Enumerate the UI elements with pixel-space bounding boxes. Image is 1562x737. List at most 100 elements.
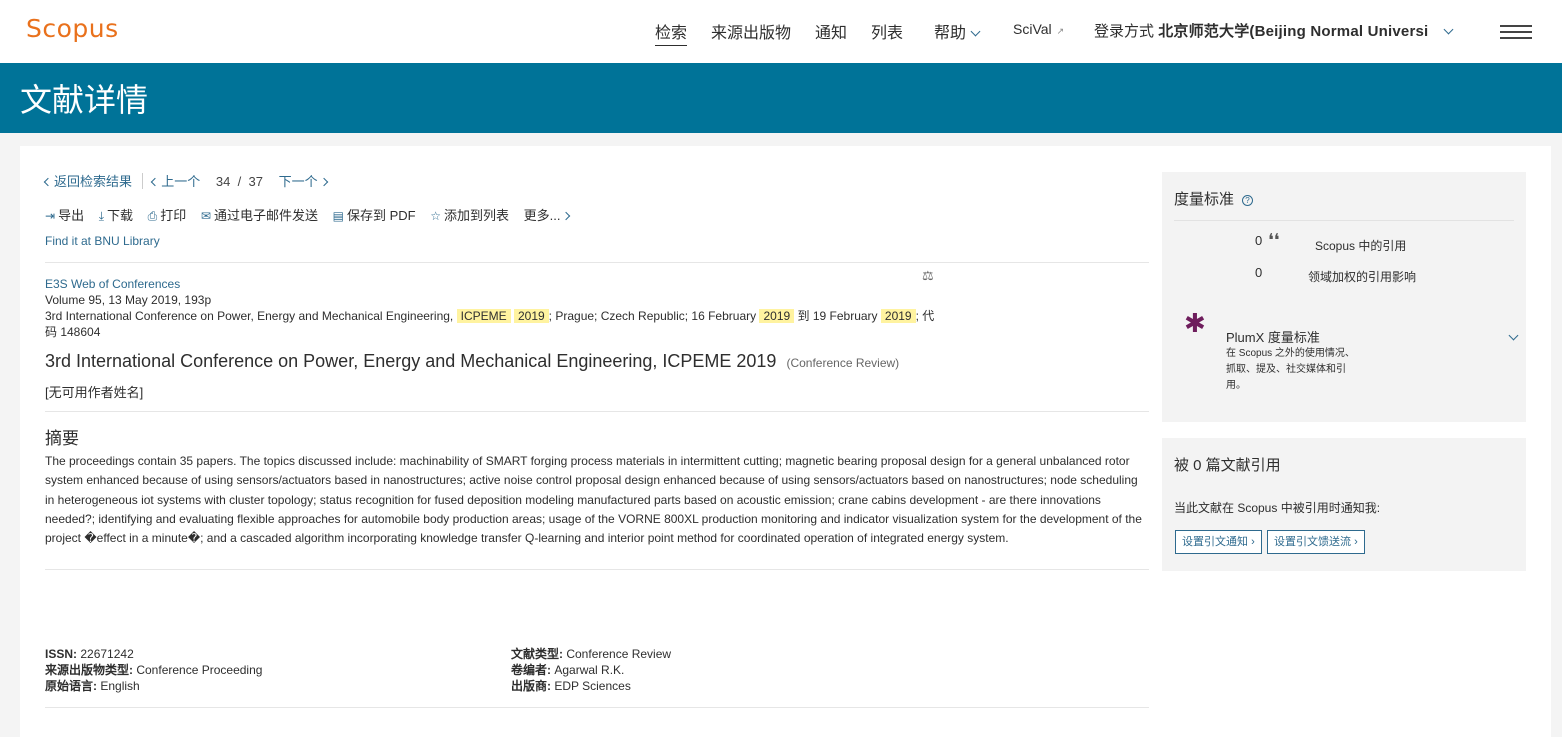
add-to-list-button[interactable]: ☆ 添加到列表 bbox=[430, 205, 509, 224]
info-col-right: 文献类型: Conference Review 卷编者: Agarwal R.K… bbox=[511, 646, 671, 694]
divider bbox=[141, 173, 143, 189]
doc-type-value: Conference Review bbox=[566, 647, 672, 661]
email-button[interactable]: ✉ 通过电子邮件发送 bbox=[201, 205, 318, 224]
metrics-heading: 度量标准? bbox=[1174, 188, 1254, 209]
top-bar: Scopus 检索 来源出版物 通知 列表 帮助 SciVal ↗ 登录方式 北京… bbox=[0, 0, 1562, 63]
external-link-icon: ↗ bbox=[1056, 26, 1065, 36]
info-col-left: ISSN: 22671242 来源出版物类型: Conference Proce… bbox=[45, 646, 262, 694]
help-icon[interactable]: ? bbox=[1242, 194, 1254, 206]
doc-type-label: 文献类型: bbox=[511, 647, 563, 661]
set-citation-alert-button[interactable]: 设置引文通知 › bbox=[1175, 530, 1262, 554]
nav-scival[interactable]: SciVal ↗ bbox=[1013, 21, 1064, 37]
authors: [无可用作者姓名] bbox=[45, 385, 144, 400]
chevron-left-icon bbox=[151, 177, 160, 187]
document-card: 返回检索结果 上一个 34 / 37 下一个 ⇥ 导出 ⤓ 下载 ⎙ 打印 ✉ 通过电子… bbox=[20, 146, 1551, 737]
nav-help[interactable]: 帮助 bbox=[934, 19, 981, 43]
more-label: 更多... bbox=[523, 208, 561, 223]
nav-lists[interactable]: 列表 bbox=[871, 19, 903, 43]
conference-code: 码 148604 bbox=[45, 325, 101, 339]
envelope-icon: ✉ bbox=[200, 209, 211, 223]
quote-icon: ❛❛ bbox=[1268, 230, 1280, 250]
hamburger-menu-icon[interactable] bbox=[1500, 25, 1532, 39]
editor-value: Agarwal R.K. bbox=[554, 663, 625, 677]
nav-alerts[interactable]: 通知 bbox=[815, 19, 847, 43]
issn-value: 22671242 bbox=[80, 647, 134, 661]
printer-icon: ⎙ bbox=[147, 209, 158, 223]
chevron-right-icon: › bbox=[1354, 536, 1358, 548]
highlight-term: ICPEME bbox=[456, 309, 511, 323]
nav-scival-label: SciVal bbox=[1013, 21, 1052, 37]
download-label: 下载 bbox=[107, 208, 134, 223]
chevron-down-icon bbox=[1443, 24, 1454, 35]
export-button[interactable]: ⇥ 导出 bbox=[45, 205, 84, 224]
chevron-down-icon[interactable] bbox=[1508, 330, 1519, 341]
print-button[interactable]: ⎙ 打印 bbox=[148, 205, 187, 224]
fwci-value: 0 bbox=[1255, 265, 1263, 280]
conference-name: 3rd International Conference on Power, E… bbox=[45, 309, 454, 323]
source-type-label: 来源出版物类型: bbox=[45, 663, 133, 677]
more-button[interactable]: 更多... bbox=[523, 205, 571, 224]
language-value: English bbox=[100, 679, 140, 693]
publisher-value: EDP Sciences bbox=[554, 679, 631, 693]
source-type-value: Conference Proceeding bbox=[136, 663, 263, 677]
nav-help-label: 帮助 bbox=[934, 25, 967, 42]
nav-search[interactable]: 检索 bbox=[655, 19, 688, 46]
highlight-term: 2019 bbox=[513, 309, 549, 323]
abstract-heading: 摘要 bbox=[45, 429, 79, 448]
current-index: 34 bbox=[215, 174, 231, 189]
nav-sources[interactable]: 来源出版物 bbox=[711, 19, 791, 43]
export-icon: ⇥ bbox=[45, 209, 56, 223]
divider bbox=[45, 569, 1149, 570]
plumx-description: 在 Scopus 之外的使用情况、抓取、提及、社交媒体和引用。 bbox=[1226, 348, 1355, 391]
scopus-logo[interactable]: Scopus bbox=[26, 14, 119, 43]
prev-label: 上一个 bbox=[161, 174, 201, 189]
citations-label: Scopus 中的引用 bbox=[1315, 239, 1407, 253]
highlight-term: 2019 bbox=[880, 309, 916, 323]
chevron-left-icon bbox=[43, 177, 53, 187]
next-link[interactable]: 下一个 bbox=[278, 174, 328, 189]
divider bbox=[1174, 220, 1514, 221]
download-button[interactable]: ⤓ 下载 bbox=[99, 205, 133, 224]
counter-slash: / bbox=[237, 174, 242, 189]
login-institution[interactable]: 登录方式 北京师范大学(Beijing Normal Universi bbox=[1094, 20, 1454, 41]
citation-feed-label: 设置引文馈送流 bbox=[1274, 536, 1351, 548]
conference-location: ; Prague; Czech Republic; 16 February bbox=[548, 309, 757, 323]
document-type-tag: (Conference Review) bbox=[786, 356, 900, 370]
back-label: 返回检索结果 bbox=[54, 174, 133, 189]
fwci-label: 领域加权的引用影响 bbox=[1308, 270, 1417, 284]
citation-alert-label: 设置引文通知 bbox=[1182, 536, 1248, 548]
result-navigation: 返回检索结果 上一个 34 / 37 下一个 bbox=[43, 171, 328, 190]
metrics-heading-text: 度量标准 bbox=[1174, 191, 1235, 208]
login-prefix: 登录方式 bbox=[1094, 23, 1155, 40]
plumx-icon: ✱ bbox=[1184, 308, 1206, 338]
language-label: 原始语言: bbox=[45, 679, 97, 693]
print-label: 打印 bbox=[160, 208, 187, 223]
add-list-label: 添加到列表 bbox=[443, 208, 509, 223]
divider bbox=[45, 411, 1149, 412]
library-link[interactable]: Find it at BNU Library bbox=[45, 234, 160, 248]
plumx-title[interactable]: PlumX 度量标准 bbox=[1226, 327, 1320, 346]
institution-name: 北京师范大学(Beijing Normal Universi bbox=[1158, 23, 1429, 40]
chevron-right-icon: › bbox=[1251, 536, 1255, 548]
divider bbox=[45, 262, 1149, 263]
star-icon: ☆ bbox=[430, 209, 441, 223]
back-to-results-link[interactable]: 返回检索结果 bbox=[43, 174, 133, 189]
issn-label: ISSN: bbox=[45, 647, 78, 661]
cited-by-heading: 被 0 篇文献引用 bbox=[1174, 457, 1281, 474]
conference-code-label: ; 代 bbox=[915, 309, 935, 323]
document-toolbar: ⇥ 导出 ⤓ 下载 ⎙ 打印 ✉ 通过电子邮件发送 ▤ 保存到 PDF ☆ 添加到列表 更多… bbox=[45, 205, 580, 224]
source-title-link[interactable]: E3S Web of Conferences bbox=[45, 277, 180, 291]
volume-info: Volume 95, 13 May 2019, 193p bbox=[45, 293, 212, 307]
export-label: 导出 bbox=[58, 208, 85, 223]
conference-end-date: 到 19 February bbox=[797, 309, 878, 323]
citations-count[interactable]: 0 bbox=[1255, 233, 1262, 248]
save-pdf-button[interactable]: ▤ 保存到 PDF bbox=[333, 205, 416, 224]
chevron-right-icon bbox=[319, 177, 328, 187]
set-citation-feed-button[interactable]: 设置引文馈送流 › bbox=[1267, 530, 1365, 554]
page-title: 文献详情 bbox=[20, 82, 149, 118]
prev-link[interactable]: 上一个 bbox=[151, 174, 201, 189]
source-info: E3S Web of Conferences Volume 95, 13 May… bbox=[45, 276, 940, 340]
chevron-right-icon bbox=[562, 211, 571, 221]
notify-text: 当此文献在 Scopus 中被引用时通知我: bbox=[1174, 501, 1381, 515]
next-label: 下一个 bbox=[278, 174, 318, 189]
